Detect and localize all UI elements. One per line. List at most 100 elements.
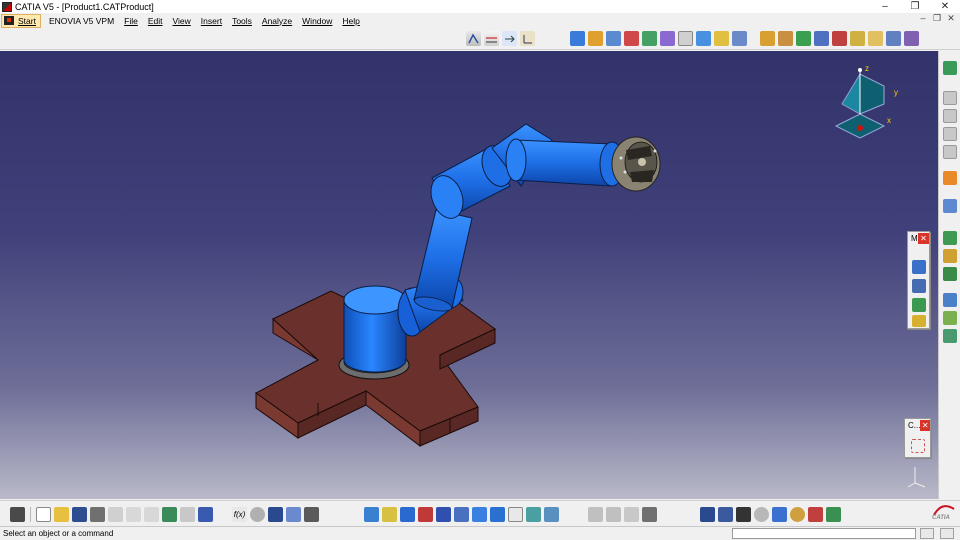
doc-restore-button[interactable]: ❐ bbox=[932, 13, 942, 24]
view-front-icon[interactable] bbox=[943, 91, 957, 105]
redo-icon[interactable] bbox=[180, 507, 195, 522]
texture-icon[interactable] bbox=[808, 507, 823, 522]
measure-tool-icon[interactable] bbox=[700, 507, 715, 522]
fix-icon[interactable] bbox=[624, 31, 639, 46]
measure-between-icon[interactable] bbox=[912, 260, 926, 274]
new-icon[interactable] bbox=[36, 507, 51, 522]
snap-icon[interactable] bbox=[466, 31, 481, 46]
zoom-out-icon[interactable] bbox=[436, 507, 451, 522]
close-button[interactable]: ✕ bbox=[930, 0, 960, 13]
knowledge-icon[interactable] bbox=[250, 507, 265, 522]
open-icon[interactable] bbox=[54, 507, 69, 522]
whats-this-icon[interactable] bbox=[198, 507, 213, 522]
measure-item-icon[interactable] bbox=[912, 279, 926, 293]
pan-icon[interactable] bbox=[382, 507, 397, 522]
measure-inertia-icon[interactable] bbox=[912, 298, 926, 312]
rotate-icon[interactable] bbox=[400, 507, 415, 522]
zoom-in-icon[interactable] bbox=[418, 507, 433, 522]
iso-view-icon[interactable] bbox=[490, 507, 505, 522]
material-library-icon[interactable] bbox=[826, 507, 841, 522]
floating-toolbar-close-icon[interactable]: ✕ bbox=[918, 233, 929, 244]
angle-icon[interactable] bbox=[696, 31, 711, 46]
pan-arrow-icon[interactable] bbox=[502, 31, 517, 46]
view-right-icon[interactable] bbox=[943, 145, 957, 159]
generate-numbering-icon[interactable] bbox=[943, 329, 957, 343]
bottle-icon[interactable] bbox=[736, 507, 751, 522]
doc-close-button[interactable]: ✕ bbox=[946, 13, 956, 24]
compass-widget[interactable]: z y x bbox=[830, 64, 910, 146]
render-icon[interactable] bbox=[588, 507, 603, 522]
shading-icon[interactable] bbox=[508, 507, 523, 522]
fit-all-icon[interactable] bbox=[364, 507, 379, 522]
move-icon[interactable] bbox=[778, 31, 793, 46]
view-back-icon[interactable] bbox=[943, 109, 957, 123]
existing-component-icon[interactable] bbox=[943, 267, 957, 281]
graph-tree-icon[interactable] bbox=[943, 311, 957, 325]
table-icon[interactable] bbox=[268, 507, 283, 522]
normal-view-icon[interactable] bbox=[454, 507, 469, 522]
tools-palette-icon[interactable] bbox=[624, 507, 639, 522]
coincidence-icon[interactable] bbox=[642, 31, 657, 46]
print-icon[interactable] bbox=[10, 507, 25, 522]
floating-toolbar-catalog[interactable]: C... ✕ bbox=[904, 418, 931, 458]
assembly-scene[interactable] bbox=[0, 51, 938, 499]
menu-enovia[interactable]: ENOVIA V5 VPM bbox=[49, 16, 114, 26]
explode-icon[interactable] bbox=[760, 31, 775, 46]
restore-button[interactable]: ❐ bbox=[900, 0, 930, 13]
catalog-icon[interactable] bbox=[606, 507, 621, 522]
sketch-icon[interactable] bbox=[943, 61, 957, 75]
copy-icon[interactable] bbox=[126, 507, 141, 522]
menu-window[interactable]: Window bbox=[302, 16, 332, 26]
materials-icon[interactable] bbox=[642, 507, 657, 522]
scene-icon[interactable] bbox=[904, 31, 919, 46]
view-left-icon[interactable] bbox=[943, 127, 957, 141]
offset-icon[interactable] bbox=[678, 31, 693, 46]
catalog-toolbar-close-icon[interactable]: ✕ bbox=[920, 420, 930, 431]
menu-edit[interactable]: Edit bbox=[148, 16, 163, 26]
snap-move-icon[interactable] bbox=[796, 31, 811, 46]
start-menu[interactable]: Start bbox=[1, 13, 41, 28]
robot-base-column[interactable] bbox=[343, 285, 407, 373]
constraint-icon[interactable] bbox=[606, 31, 621, 46]
undo-icon[interactable] bbox=[162, 507, 177, 522]
menu-file[interactable]: File bbox=[124, 16, 138, 26]
menu-help[interactable]: Help bbox=[342, 16, 359, 26]
paste-icon[interactable] bbox=[144, 507, 159, 522]
robot-forearm[interactable] bbox=[491, 123, 613, 187]
doc-minimize-button[interactable]: – bbox=[918, 13, 928, 24]
section-icon[interactable] bbox=[868, 31, 883, 46]
axis-icon[interactable] bbox=[520, 31, 535, 46]
floating-toolbar-measure[interactable]: M ✕ bbox=[907, 231, 930, 329]
insert-component-icon[interactable] bbox=[943, 231, 957, 245]
eraser-icon[interactable] bbox=[772, 507, 787, 522]
save-icon[interactable] bbox=[72, 507, 87, 522]
robot-upper-arm[interactable] bbox=[413, 209, 473, 314]
refresh-icon[interactable] bbox=[754, 507, 769, 522]
contact-icon[interactable] bbox=[660, 31, 675, 46]
insert-product-icon[interactable] bbox=[943, 249, 957, 263]
menu-view[interactable]: View bbox=[173, 16, 191, 26]
reuse-pattern-icon[interactable] bbox=[732, 31, 747, 46]
menu-insert[interactable]: Insert bbox=[201, 16, 222, 26]
status-button-2[interactable] bbox=[940, 528, 954, 539]
component-icon[interactable] bbox=[588, 31, 603, 46]
quick-select-icon[interactable] bbox=[943, 199, 957, 213]
graph-icon[interactable] bbox=[286, 507, 301, 522]
update-icon[interactable] bbox=[714, 31, 729, 46]
select-arrow-icon[interactable] bbox=[943, 171, 957, 185]
measure-icon[interactable] bbox=[484, 31, 499, 46]
catalog-browser-icon[interactable] bbox=[911, 439, 925, 453]
quick-print-icon[interactable] bbox=[90, 507, 105, 522]
minimize-button[interactable]: – bbox=[870, 0, 900, 13]
distance-icon[interactable] bbox=[886, 31, 901, 46]
hide-show-icon[interactable] bbox=[526, 507, 541, 522]
smart-move-icon[interactable] bbox=[814, 31, 829, 46]
manipulate-icon[interactable] bbox=[832, 31, 847, 46]
clash-icon[interactable] bbox=[850, 31, 865, 46]
multi-view-icon[interactable] bbox=[472, 507, 487, 522]
3d-viewport[interactable]: z y x bbox=[0, 51, 938, 499]
replace-component-icon[interactable] bbox=[943, 293, 957, 307]
command-input[interactable] bbox=[732, 528, 916, 539]
clash-tool-icon[interactable] bbox=[718, 507, 733, 522]
menu-analyze[interactable]: Analyze bbox=[262, 16, 292, 26]
